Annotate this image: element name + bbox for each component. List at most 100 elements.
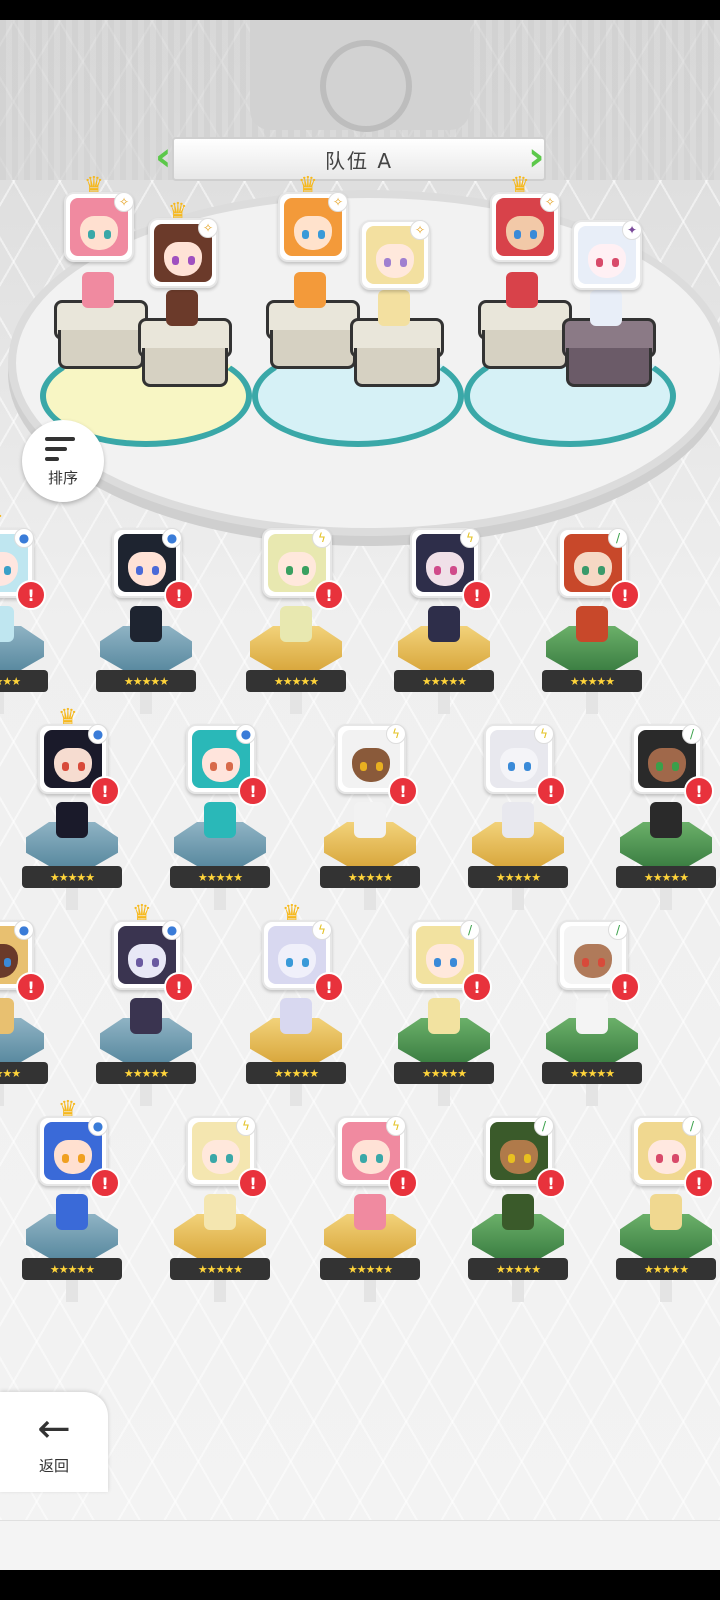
star-rating: ★★★★★ (0, 1066, 21, 1080)
team-slot-pedestal[interactable] (266, 272, 360, 370)
light-element-icon: ϟ (386, 724, 406, 744)
roster-character-portrait[interactable]: ♛ ●! (112, 903, 194, 1002)
star-rating: ★★★★★ (347, 1262, 393, 1276)
roster-character-portrait[interactable]: ♛ ●! (38, 1099, 120, 1198)
water-element-icon: ● (236, 724, 256, 744)
character-sprite (0, 606, 14, 642)
character-pedestal[interactable]: ★★★★★ (616, 1194, 716, 1302)
character-sprite (354, 1194, 386, 1230)
dark-element-icon: ✦ (622, 220, 642, 240)
team-slot-pedestal[interactable] (350, 290, 444, 388)
character-sprite (56, 1194, 88, 1230)
team-member-portrait[interactable]: ♛ ✧ (148, 201, 218, 288)
team-slot-pedestal[interactable] (562, 290, 656, 388)
character-pedestal[interactable]: ★★★★★ (0, 998, 48, 1106)
team-slot-pedestal[interactable] (54, 272, 148, 370)
alert-badge-icon: ! (238, 776, 268, 806)
roster-character-portrait[interactable]: ♛ ●! (0, 511, 46, 610)
character-pedestal[interactable]: ★★★★★ (542, 606, 642, 714)
water-element-icon: ● (162, 920, 182, 940)
star-rating: ★★★★★ (347, 870, 393, 884)
character-pedestal[interactable]: ★★★★★ (616, 802, 716, 910)
alert-badge-icon: ! (536, 1168, 566, 1198)
star-element-icon: ✧ (410, 220, 430, 240)
light-element-icon: ϟ (460, 528, 480, 548)
alert-badge-icon: ! (388, 776, 418, 806)
alert-badge-icon: ! (16, 580, 46, 610)
character-sprite (166, 290, 198, 326)
character-pedestal[interactable]: ★★★★★ (96, 606, 196, 714)
roster-character-portrait[interactable]: /! (632, 1116, 714, 1198)
light-element-icon: ϟ (386, 1116, 406, 1136)
roster-character-portrait[interactable]: ♛ ϟ! (262, 903, 344, 1002)
character-pedestal[interactable]: ★★★★★ (0, 606, 48, 714)
character-pedestal[interactable]: ★★★★★ (468, 1194, 568, 1302)
roster-character-portrait[interactable]: ♛ ●! (38, 707, 120, 806)
character-pedestal[interactable]: ★★★★★ (394, 606, 494, 714)
alert-badge-icon: ! (314, 580, 344, 610)
star-rating: ★★★★★ (569, 674, 615, 688)
sort-button[interactable]: 排序 (22, 420, 104, 502)
character-pedestal[interactable]: ★★★★★ (246, 998, 346, 1106)
star-rating: ★★★★★ (0, 674, 21, 688)
character-sprite (82, 272, 114, 308)
alert-badge-icon: ! (610, 580, 640, 610)
character-sprite (280, 606, 312, 642)
roster-character-portrait[interactable]: /! (484, 1116, 566, 1198)
character-pedestal[interactable]: ★★★★★ (542, 998, 642, 1106)
character-pedestal[interactable]: ★★★★★ (394, 998, 494, 1106)
character-pedestal[interactable]: ★★★★★ (170, 1194, 270, 1302)
crown-icon: ♛ (510, 173, 530, 198)
alert-badge-icon: ! (16, 972, 46, 1002)
team-member-portrait[interactable]: ♛ ✧ (278, 175, 348, 262)
roster-character-portrait[interactable]: ●! (112, 528, 194, 610)
character-pedestal[interactable]: ★★★★★ (22, 802, 122, 910)
star-element-icon: ✧ (114, 192, 134, 212)
roster-character-portrait[interactable]: /! (558, 920, 640, 1002)
character-sprite (130, 606, 162, 642)
character-pedestal[interactable]: ★★★★★ (320, 1194, 420, 1302)
star-rating: ★★★★★ (273, 1066, 319, 1080)
alert-badge-icon: ! (536, 776, 566, 806)
team-member-portrait[interactable]: ♛ ✧ (490, 175, 560, 262)
character-sprite (502, 1194, 534, 1230)
roster-character-portrait[interactable]: ϟ! (336, 724, 418, 806)
roster-character-portrait[interactable]: ●! (186, 724, 268, 806)
roster-character-portrait[interactable]: /! (632, 724, 714, 806)
team-member-portrait[interactable]: ♛ ✧ (64, 175, 134, 262)
system-nav-bar (0, 1570, 720, 1600)
roster-character-portrait[interactable]: ●! (0, 920, 46, 1002)
water-element-icon: ● (88, 1116, 108, 1136)
character-pedestal[interactable]: ★★★★★ (468, 802, 568, 910)
grass-element-icon: / (460, 920, 480, 940)
character-pedestal[interactable]: ★★★★★ (246, 606, 346, 714)
team-title-label: 队伍 A (324, 148, 394, 173)
team-member-portrait[interactable]: ✧ (360, 220, 430, 290)
team-slot-pedestal[interactable] (138, 290, 232, 388)
roster-character-portrait[interactable]: ϟ! (186, 1116, 268, 1198)
roster-character-portrait[interactable]: ϟ! (484, 724, 566, 806)
crown-icon: ♛ (0, 511, 4, 533)
grass-element-icon: / (682, 724, 702, 744)
roster-character-portrait[interactable]: ϟ! (262, 528, 344, 610)
character-pedestal[interactable]: ★★★★★ (320, 802, 420, 910)
roster-character-portrait[interactable]: ϟ! (410, 528, 492, 610)
team-member-portrait[interactable]: ✦ (572, 220, 642, 290)
next-team-arrow[interactable]: › (528, 137, 556, 181)
star-rating: ★★★★★ (569, 1066, 615, 1080)
roster-character-portrait[interactable]: ϟ! (336, 1116, 418, 1198)
alert-badge-icon: ! (90, 776, 120, 806)
character-pedestal[interactable]: ★★★★★ (22, 1194, 122, 1302)
star-rating: ★★★★★ (123, 674, 169, 688)
back-button[interactable]: ← 返回 (0, 1392, 108, 1492)
character-pedestal[interactable]: ★★★★★ (170, 802, 270, 910)
team-slot-pedestal[interactable] (478, 272, 572, 370)
water-element-icon: ● (162, 528, 182, 548)
roster-character-portrait[interactable]: /! (558, 528, 640, 610)
star-rating: ★★★★★ (643, 870, 689, 884)
alert-badge-icon: ! (462, 972, 492, 1002)
character-pedestal[interactable]: ★★★★★ (96, 998, 196, 1106)
roster-character-portrait[interactable]: /! (410, 920, 492, 1002)
alert-badge-icon: ! (314, 972, 344, 1002)
grass-element-icon: / (534, 1116, 554, 1136)
